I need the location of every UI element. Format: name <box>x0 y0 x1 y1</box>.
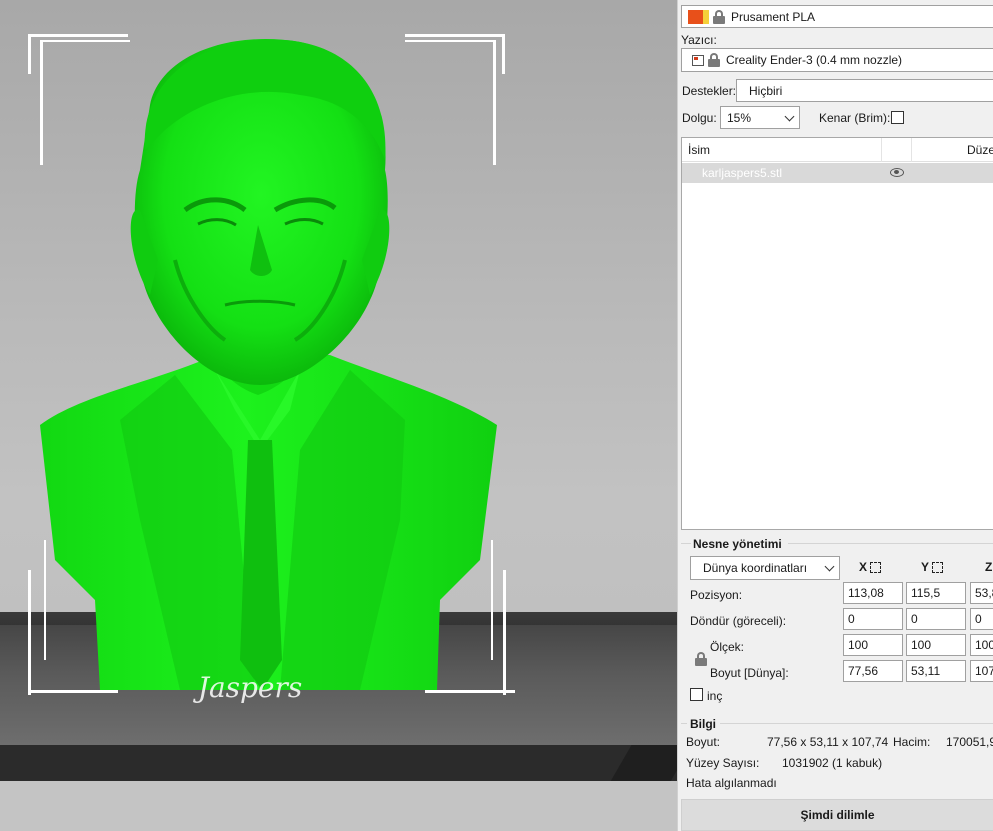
group-divider <box>788 543 993 544</box>
inch-label: inç <box>707 689 723 703</box>
filament-color-swatch <box>688 9 703 24</box>
axis-z-label: Z <box>985 560 993 574</box>
printer-label: Yazıcı: <box>681 33 717 47</box>
lock-icon <box>713 9 725 24</box>
scale-lock-icon[interactable] <box>695 652 707 666</box>
info-size-value: 77,56 x 53,11 x 107,74 <box>767 735 889 749</box>
position-y-field[interactable]: 115,5 <box>906 582 966 604</box>
scale-x-field[interactable]: 100 <box>843 634 903 656</box>
position-x-field[interactable]: 113,08 <box>843 582 903 604</box>
brim-checkbox[interactable] <box>891 111 904 124</box>
bounding-box-corner-bl <box>28 540 128 695</box>
eye-icon[interactable] <box>890 168 904 177</box>
3d-viewport[interactable]: Jaspers <box>0 0 677 831</box>
axis-x-label: X <box>859 560 868 574</box>
scale-label: Ölçek: <box>710 640 745 654</box>
supports-label: Destekler: <box>682 84 737 98</box>
object-list[interactable]: İsim Düze karljaspers5.stl <box>681 137 993 530</box>
position-label: Pozisyon: <box>690 588 743 602</box>
info-title: Bilgi <box>690 717 716 731</box>
bounding-box-corner-tl <box>28 34 130 165</box>
group-divider <box>681 723 687 724</box>
slice-now-button[interactable]: Şimdi dilimle <box>681 799 993 831</box>
printer-name: Creality Ender-3 (0.4 mm nozzle) <box>726 53 903 67</box>
chevron-down-icon <box>824 561 835 572</box>
brim-label: Kenar (Brim): <box>819 111 891 125</box>
list-item[interactable]: karljaspers5.stl <box>682 163 993 183</box>
size-x-field[interactable]: 77,56 <box>843 660 903 682</box>
column-name[interactable]: İsim <box>682 138 882 162</box>
axis-y-label: Y <box>921 560 930 574</box>
filament-color-swatch-2 <box>703 9 709 24</box>
size-z-field[interactable]: 107, <box>970 660 993 682</box>
info-facets-value: 1031902 (1 kabuk) <box>782 756 883 770</box>
info-size-label: Boyut: <box>686 735 721 749</box>
info-facets-label: Yüzey Sayısı: <box>686 756 760 770</box>
info-volume-label: Hacim: <box>893 735 931 749</box>
infill-value: 15% <box>727 110 752 125</box>
lock-icon <box>708 53 720 67</box>
scale-z-field[interactable]: 100 <box>970 634 993 656</box>
rotation-z-field[interactable]: 0 <box>970 608 993 630</box>
rotation-y-field[interactable]: 0 <box>906 608 966 630</box>
coord-system-value: Dünya koordinatları <box>703 561 808 575</box>
axis-z-header: Z <box>985 560 992 574</box>
supports-combo[interactable]: Hiçbiri <box>736 79 993 102</box>
chevron-down-icon <box>784 111 795 122</box>
svg-text:Jaspers: Jaspers <box>193 671 303 704</box>
axis-x-header: X <box>859 560 882 574</box>
position-z-field[interactable]: 53,8 <box>970 582 993 604</box>
bounding-box-corner-tr <box>405 34 505 165</box>
object-manipulation-title: Nesne yönetimi <box>693 537 782 551</box>
drop-to-bed-icon[interactable] <box>932 561 944 573</box>
info-volume-value: 170051,9 <box>946 735 993 749</box>
group-divider <box>681 543 691 544</box>
infill-combo[interactable]: 15% <box>720 106 800 129</box>
bounding-box-corner-br <box>415 540 515 695</box>
supports-value: Hiçbiri <box>749 83 783 98</box>
axis-y-header: Y <box>921 560 944 574</box>
column-editing[interactable]: Düze <box>912 138 993 162</box>
drop-to-bed-icon[interactable] <box>870 561 882 573</box>
filament-name: Prusament PLA <box>731 9 816 24</box>
column-visibility[interactable] <box>882 138 912 162</box>
inch-checkbox[interactable] <box>690 688 703 701</box>
rotation-x-field[interactable]: 0 <box>843 608 903 630</box>
size-label: Boyut [Dünya]: <box>710 666 789 680</box>
printer-combo[interactable]: Creality Ender-3 (0.4 mm nozzle) <box>681 48 993 72</box>
info-errors: Hata algılanmadı <box>686 776 777 790</box>
object-list-header: İsim Düze <box>682 138 993 162</box>
infill-label: Dolgu: <box>682 111 717 125</box>
group-divider <box>720 723 993 724</box>
printer-icon <box>692 54 704 66</box>
rotation-label: Döndür (göreceli): <box>690 614 787 628</box>
size-y-field[interactable]: 53,11 <box>906 660 966 682</box>
sidebar-panel: Prusament PLA Yazıcı: Creality Ender-3 (… <box>677 0 993 831</box>
scale-y-field[interactable]: 100 <box>906 634 966 656</box>
object-name: karljaspers5.stl <box>702 166 783 180</box>
filament-combo[interactable]: Prusament PLA <box>681 5 993 28</box>
coord-system-combo[interactable]: Dünya koordinatları <box>690 556 840 580</box>
